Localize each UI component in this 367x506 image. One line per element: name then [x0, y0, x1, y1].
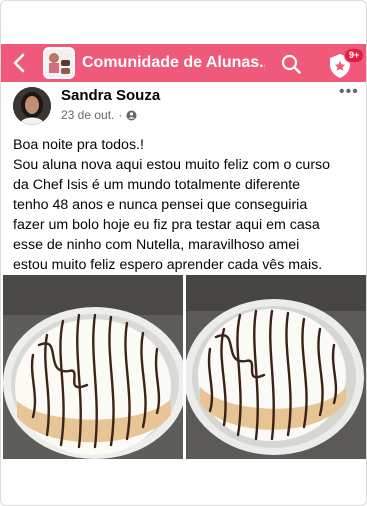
more-options-button[interactable]: ••• — [339, 84, 359, 101]
author-name[interactable]: Sandra Souza — [61, 87, 160, 104]
post-meta: 23 de out. · — [61, 108, 137, 122]
post-time[interactable]: 23 de out. — [61, 108, 114, 122]
author-avatar[interactable] — [13, 87, 51, 125]
group-header: Comunidade de Alunas... 9+ — [1, 44, 366, 82]
search-button[interactable] — [278, 51, 304, 77]
notifications-button[interactable]: 9+ — [326, 48, 365, 79]
search-icon — [281, 54, 301, 74]
post-line: estou muito feliz espero aprender cada v… — [13, 257, 323, 273]
meta-separator: · — [118, 108, 123, 122]
notification-badge: 9+ — [344, 48, 365, 63]
post-line: da Chef Isis é um mundo totalmente difer… — [13, 177, 301, 193]
chevron-left-icon — [13, 53, 25, 73]
post-photo-cake-1[interactable] — [3, 275, 183, 459]
post-line: fazer um bolo hoje eu fiz pra testar aqu… — [13, 217, 320, 233]
post-frame: Comunidade de Alunas... 9+ Sandra Souza … — [0, 0, 367, 506]
post-photos — [3, 275, 366, 459]
back-button[interactable] — [1, 44, 37, 82]
post-photo-cake-2[interactable] — [186, 275, 366, 459]
post-line: tenho 48 anos e nunca pensei que consegu… — [13, 197, 308, 213]
status-strip — [1, 1, 366, 44]
group-title[interactable]: Comunidade de Alunas... — [82, 54, 265, 72]
post-line: Sou aluna nova aqui estou muito feliz co… — [13, 157, 331, 173]
post-text: Boa noite pra todos.! Sou aluna nova aqu… — [13, 135, 363, 275]
post-line: Boa noite pra todos.! — [13, 137, 144, 153]
group-audience-icon — [126, 110, 137, 120]
post-line: esse de ninho com Nutella, maravilhoso a… — [13, 237, 300, 253]
group-thumbnail[interactable] — [43, 47, 75, 79]
